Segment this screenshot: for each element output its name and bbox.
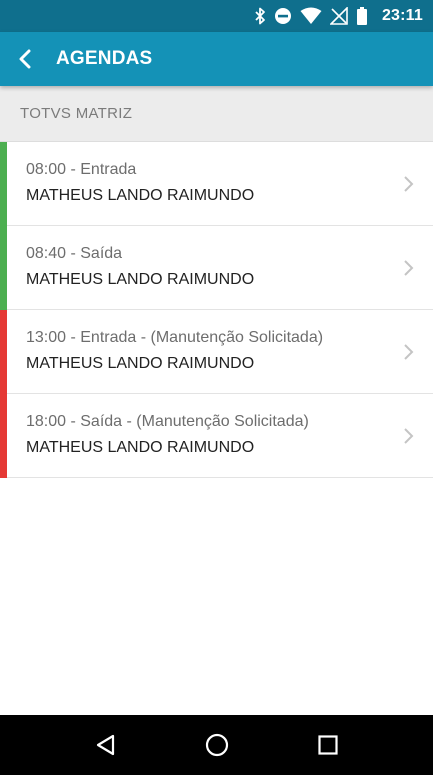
item-time-type: 18:00 - Saída - (Manutenção Solicitada) — [26, 413, 309, 430]
item-employee-name: MATHEUS LANDO RAIMUNDO — [26, 439, 255, 456]
system-nav-bar — [0, 715, 433, 775]
list-item[interactable]: 08:40 - Saída MATHEUS LANDO RAIMUNDO — [0, 226, 433, 310]
item-employee-name: MATHEUS LANDO RAIMUNDO — [26, 187, 255, 204]
status-indicator — [0, 310, 7, 394]
chevron-right-icon — [404, 260, 414, 276]
status-indicator — [0, 226, 7, 310]
nav-back-button[interactable] — [86, 725, 126, 765]
item-time-type: 08:40 - Saída — [26, 245, 123, 262]
do-not-disturb-icon — [274, 6, 292, 26]
item-time-type: 13:00 - Entrada - (Manutenção Solicitada… — [26, 329, 324, 346]
section-header: TOTVS MATRIZ — [0, 86, 433, 142]
section-title: TOTVS MATRIZ — [20, 105, 133, 122]
back-arrow-icon — [19, 49, 31, 69]
back-triangle-icon — [96, 734, 114, 756]
chevron-right-icon — [404, 176, 414, 192]
status-indicator — [0, 142, 7, 226]
home-circle-icon — [205, 733, 228, 757]
chevron-right-icon — [404, 344, 414, 360]
item-time-type: 08:00 - Entrada — [26, 161, 137, 178]
status-indicator — [0, 394, 7, 478]
wifi-icon — [300, 6, 322, 26]
list-item[interactable]: 18:00 - Saída - (Manutenção Solicitada) … — [0, 394, 433, 478]
list-item[interactable]: 08:00 - Entrada MATHEUS LANDO RAIMUNDO — [0, 142, 433, 226]
status-bar: 23:11 — [0, 0, 433, 32]
back-button[interactable] — [2, 32, 48, 86]
bluetooth-icon — [254, 6, 266, 26]
recents-square-icon — [317, 735, 338, 755]
page-title: AGENDAS — [56, 48, 153, 69]
status-time: 23:11 — [381, 7, 423, 24]
chevron-right-icon — [404, 428, 414, 444]
battery-icon — [356, 6, 368, 26]
signal-off-icon — [329, 6, 348, 26]
nav-recents-button[interactable] — [308, 725, 348, 765]
schedule-list: 08:00 - Entrada MATHEUS LANDO RAIMUNDO 0… — [0, 142, 433, 478]
list-item[interactable]: 13:00 - Entrada - (Manutenção Solicitada… — [0, 310, 433, 394]
app-bar: AGENDAS — [0, 32, 433, 86]
item-employee-name: MATHEUS LANDO RAIMUNDO — [26, 355, 255, 372]
nav-home-button[interactable] — [197, 725, 237, 765]
item-employee-name: MATHEUS LANDO RAIMUNDO — [26, 271, 255, 288]
